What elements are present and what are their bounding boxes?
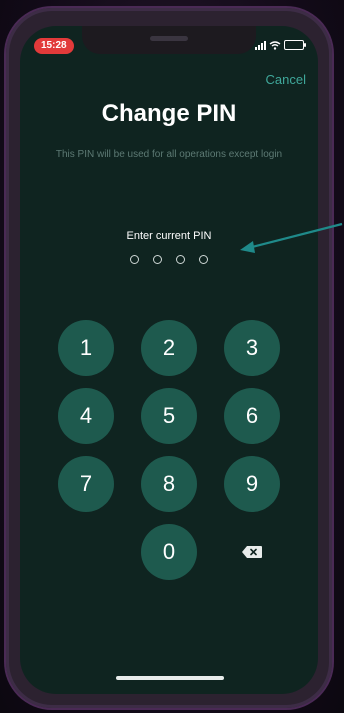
speaker xyxy=(150,36,188,41)
notch xyxy=(82,26,256,54)
keypad-key-2[interactable]: 2 xyxy=(141,320,197,376)
battery-icon xyxy=(284,40,306,50)
pin-dot xyxy=(199,255,208,264)
pin-dot xyxy=(153,255,162,264)
page-title: Change PIN xyxy=(101,100,237,127)
keypad-key-8[interactable]: 8 xyxy=(141,456,197,512)
keypad-key-7[interactable]: 7 xyxy=(58,456,114,512)
keypad-key-1[interactable]: 1 xyxy=(58,320,114,376)
keypad-key-5[interactable]: 5 xyxy=(141,388,197,444)
signal-icon xyxy=(255,40,266,50)
keypad-key-4[interactable]: 4 xyxy=(58,388,114,444)
page-subtitle: This PIN will be used for all operations… xyxy=(55,149,283,160)
annotation-arrow-icon xyxy=(240,222,343,253)
pin-dot xyxy=(130,255,139,264)
cancel-button[interactable]: Cancel xyxy=(266,72,306,87)
wifi-icon xyxy=(269,40,281,50)
keypad-key-6[interactable]: 6 xyxy=(224,388,280,444)
keypad-key-0[interactable]: 0 xyxy=(141,524,197,580)
pin-dot xyxy=(176,255,185,264)
home-indicator xyxy=(116,676,224,680)
backspace-button[interactable] xyxy=(224,524,280,580)
status-time: 15:28 xyxy=(34,38,74,54)
keypad-key-9[interactable]: 9 xyxy=(224,456,280,512)
backspace-icon xyxy=(242,546,262,558)
status-icons xyxy=(255,40,306,50)
phone-screen: 15:28 Cancel Change PIN This PIN will be… xyxy=(20,26,318,694)
keypad-key-3[interactable]: 3 xyxy=(224,320,280,376)
